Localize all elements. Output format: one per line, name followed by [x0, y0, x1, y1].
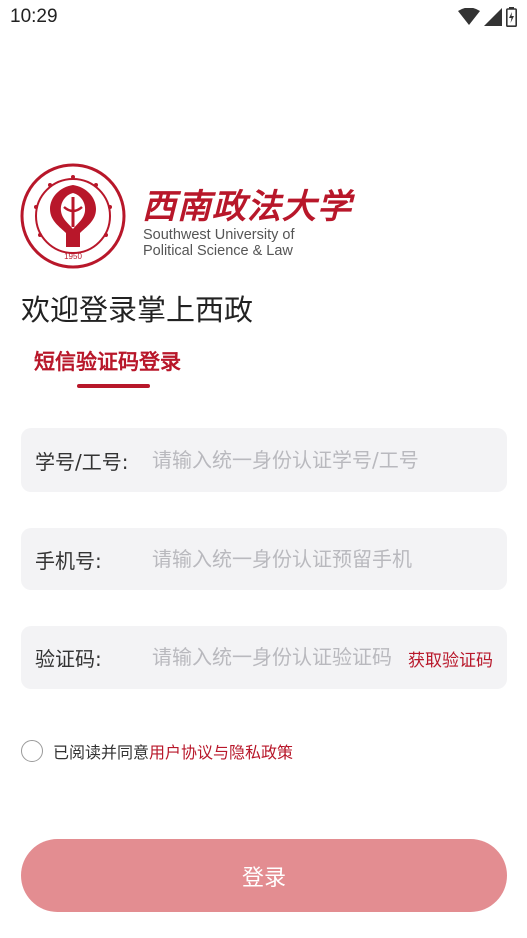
- student-id-label: 学号/工号:: [35, 450, 129, 474]
- agreement-row: 已阅读并同意 用户协议与隐私政策: [21, 739, 293, 763]
- phone-input[interactable]: [152, 544, 412, 574]
- wifi-icon: [458, 8, 480, 25]
- university-name-en-line1: Southwest University of: [143, 227, 295, 243]
- signal-icon: [484, 8, 502, 26]
- login-button[interactable]: 登录: [21, 839, 507, 912]
- tab-sms-login[interactable]: 短信验证码登录: [34, 346, 181, 376]
- status-time: 10:29: [10, 6, 58, 27]
- university-logo: 1950 西南政法大学 Southwest University of Poli…: [20, 163, 351, 269]
- seal-year: 1950: [64, 252, 82, 261]
- verification-code-input[interactable]: [152, 642, 392, 672]
- university-seal-icon: 1950: [20, 163, 126, 269]
- phone-label: 手机号:: [35, 549, 102, 573]
- agreement-link[interactable]: 用户协议与隐私政策: [149, 739, 293, 763]
- verification-code-label: 验证码:: [35, 647, 102, 671]
- agreement-checkbox[interactable]: [21, 740, 43, 762]
- welcome-title: 欢迎登录掌上西政: [21, 293, 254, 327]
- phone-field: 手机号:: [21, 528, 507, 590]
- agreement-text: 已阅读并同意: [53, 743, 150, 762]
- student-id-field: 学号/工号:: [21, 428, 507, 492]
- university-name-en: Southwest University of Political Scienc…: [143, 227, 295, 259]
- tab-active-indicator: [77, 384, 150, 388]
- battery-icon: [506, 7, 517, 27]
- student-id-input[interactable]: [152, 445, 462, 475]
- university-name-cn: 西南政法大学: [142, 187, 352, 227]
- status-icons: [458, 7, 517, 27]
- get-code-button[interactable]: 获取验证码: [408, 646, 493, 671]
- status-bar: 10:29: [0, 0, 527, 36]
- university-name-en-line2: Political Science & Law: [143, 243, 293, 259]
- verification-code-field: 验证码: 获取验证码: [21, 626, 507, 689]
